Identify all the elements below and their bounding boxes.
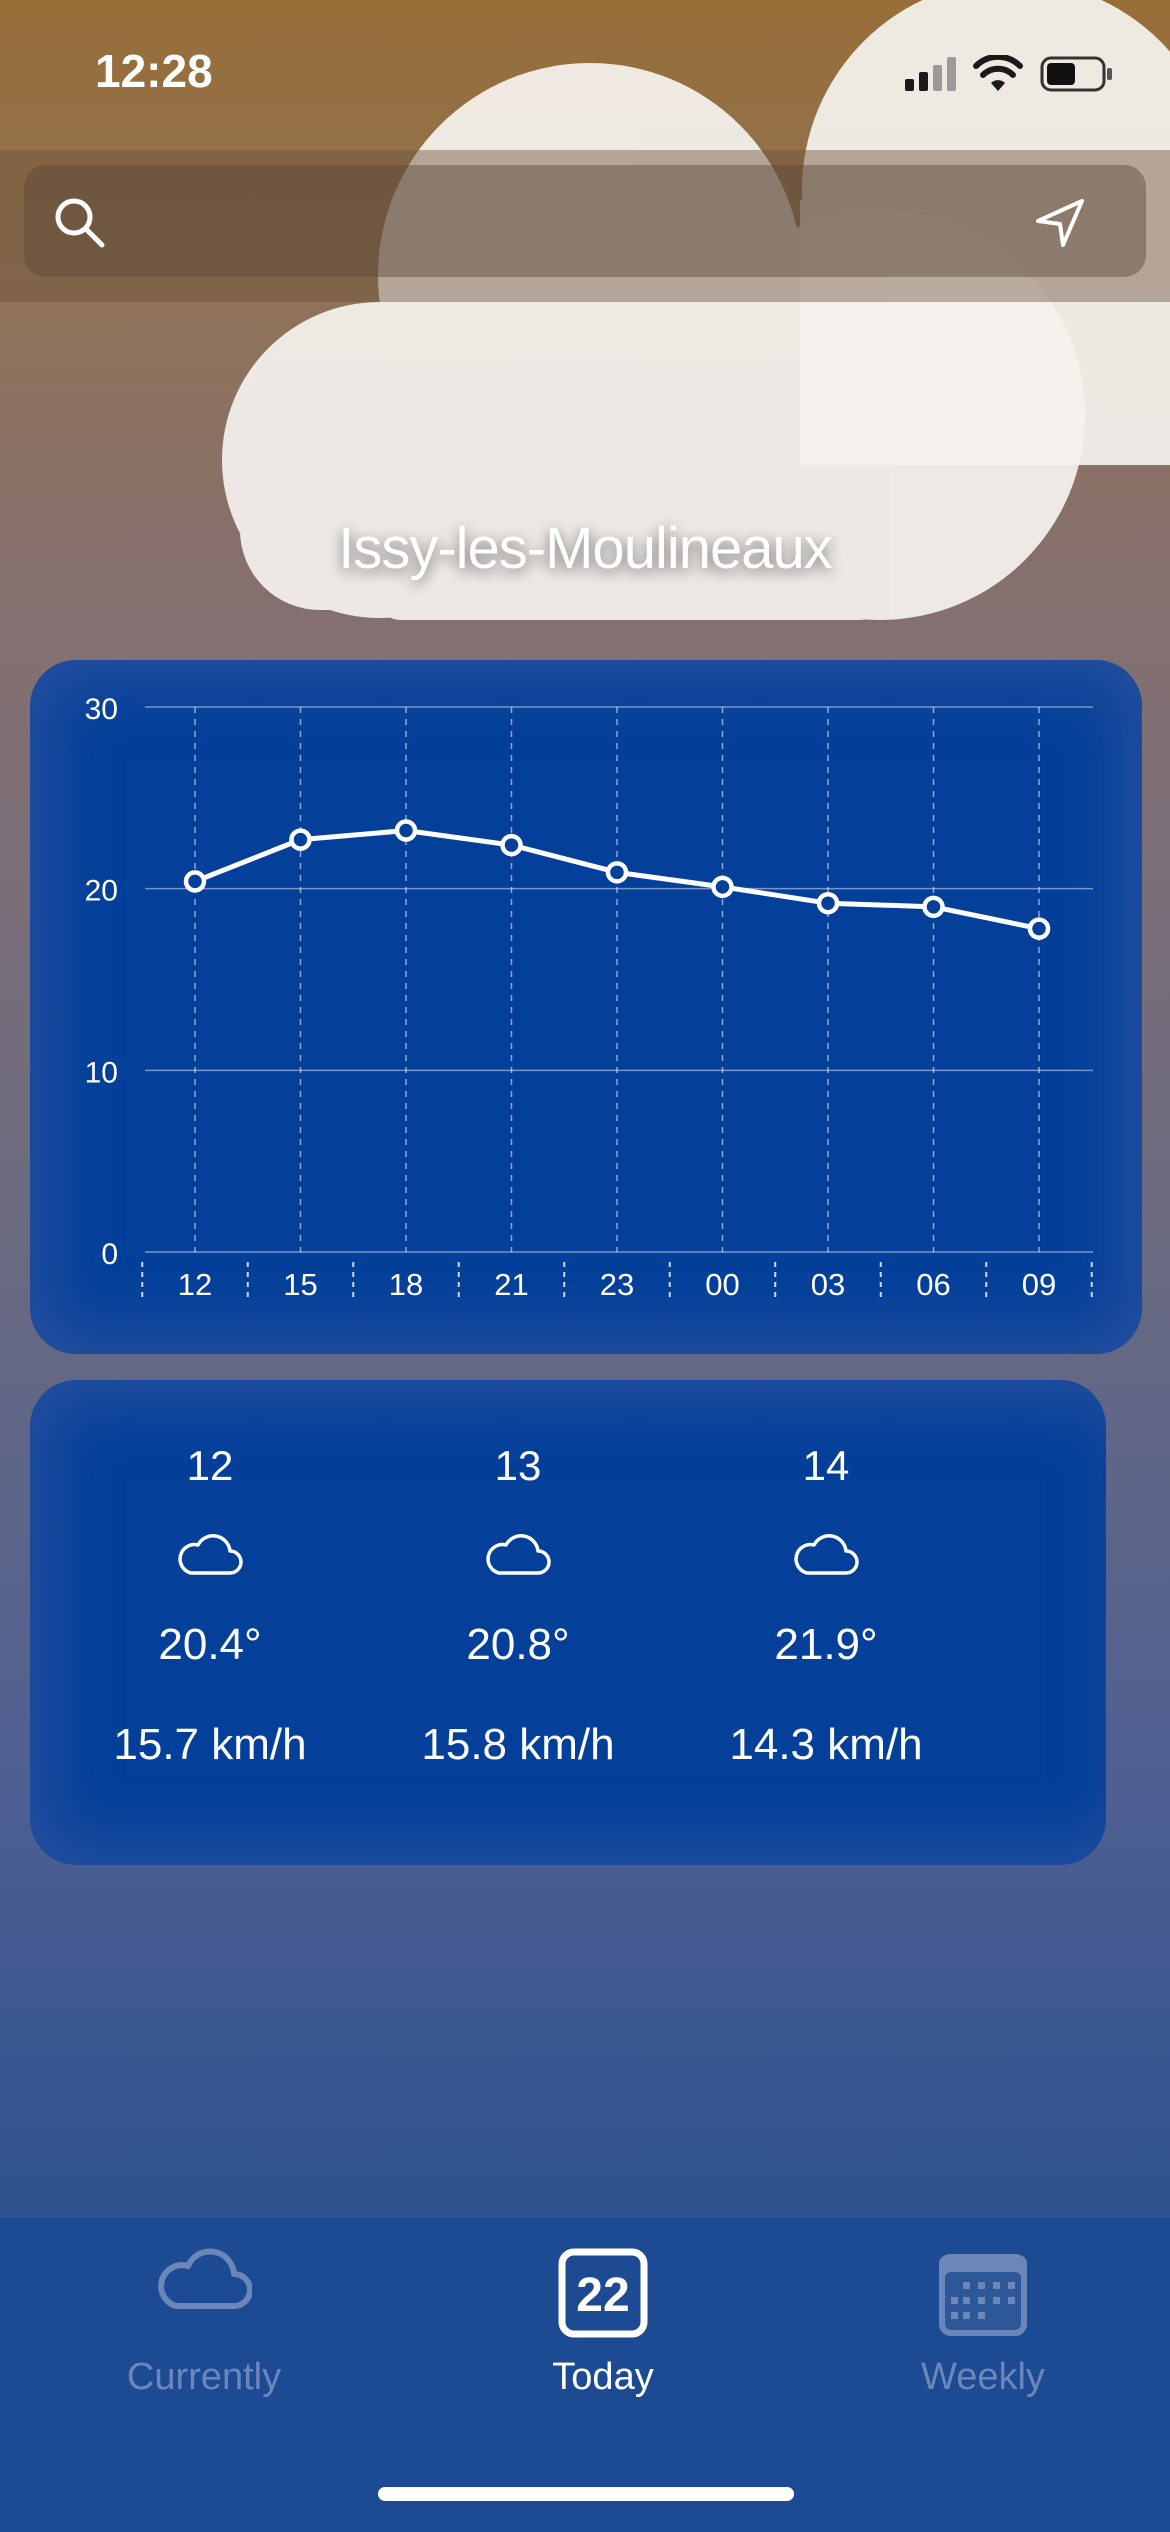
search-icon[interactable] <box>52 195 106 249</box>
home-indicator[interactable] <box>378 2487 794 2501</box>
hourly-forecast-card[interactable]: 12 20.4° 15.7 km/h 13 20.8° 15.8 km/h 14 21.9° 1… <box>30 1380 1142 1865</box>
data-point <box>183 870 207 893</box>
tab-today[interactable]: 22 Today <box>453 2218 753 2438</box>
calendar-day-number: 22 <box>576 2269 629 2322</box>
temperature-chart: 0 10 20 30 12 15 18 21 23 00 03 06 09 <box>85 693 1093 1302</box>
x-tick-label: 12 <box>178 1267 212 1302</box>
hourly-temperature: 21.9° <box>774 1620 878 1669</box>
hourly-wind-speed: 15.7 km/h <box>113 1720 307 1769</box>
location-arrow-icon[interactable] <box>1032 195 1088 251</box>
y-tick-label: 30 <box>85 693 118 726</box>
hourly-item: 13 20.8° 15.8 km/h <box>368 1380 668 1865</box>
hourly-time: 14 <box>802 1442 850 1489</box>
hourly-item: 2 11. <box>984 1380 1142 1865</box>
data-point <box>816 891 840 915</box>
temperature-chart-card: 0 10 20 30 12 15 18 21 23 00 03 06 09 <box>30 660 1142 1354</box>
data-point <box>1027 917 1051 940</box>
cloud-icon <box>486 1534 551 1575</box>
cellular-signal-icon <box>905 57 956 91</box>
calendar-grid-icon <box>939 2254 1027 2336</box>
x-tick-label: 15 <box>283 1267 317 1302</box>
search-bar[interactable] <box>24 165 1146 277</box>
y-tick-label: 0 <box>101 1238 118 1271</box>
calendar-day-icon: 22 <box>558 2248 648 2338</box>
status-time: 12:28 <box>95 45 213 97</box>
data-point <box>394 819 418 842</box>
x-tick-label: 21 <box>494 1267 528 1302</box>
x-tick-label: 18 <box>389 1267 423 1302</box>
hourly-item: 14 21.9° 14.3 km/h <box>676 1380 976 1865</box>
cloud-icon <box>158 2248 252 2309</box>
hourly-time: 13 <box>494 1442 542 1489</box>
x-tick-label: 03 <box>811 1267 845 1302</box>
y-tick-label: 20 <box>85 875 118 908</box>
hourly-temperature: 20.4° <box>158 1620 262 1669</box>
tab-bar: Currently 22 Today Weekly <box>0 2218 1170 2532</box>
x-tick-label: 09 <box>1022 1267 1056 1302</box>
data-point <box>711 875 734 899</box>
data-point <box>289 828 312 851</box>
tab-label-currently: Currently <box>126 2356 282 2398</box>
hourly-item: 12 20.4° 15.7 km/h <box>60 1380 360 1865</box>
tab-label-today: Today <box>552 2356 654 2398</box>
y-tick-label: 10 <box>85 1056 118 1089</box>
x-tick-label: 00 <box>705 1267 739 1302</box>
data-point <box>922 895 945 919</box>
hourly-time: 12 <box>186 1442 234 1489</box>
cloud-icon <box>794 1534 859 1575</box>
hourly-wind-speed: 15.8 km/h <box>421 1720 615 1769</box>
wifi-icon <box>973 55 1023 91</box>
cloud-icon <box>178 1534 243 1575</box>
hourly-temperature: 20.8° <box>466 1620 570 1669</box>
tab-weekly[interactable]: Weekly <box>833 2218 1133 2438</box>
data-point <box>605 861 629 884</box>
city-name: Issy-les-Moulineaux <box>338 516 833 581</box>
tab-currently[interactable]: Currently <box>54 2218 354 2438</box>
data-point <box>500 833 523 857</box>
battery-icon <box>1040 56 1112 92</box>
x-tick-label: 06 <box>916 1267 950 1302</box>
status-bar: 12:28 <box>0 0 1170 150</box>
hourly-wind-speed: 11. <box>1105 1720 1142 1769</box>
x-tick-label: 23 <box>600 1267 634 1302</box>
hourly-wind-speed: 14.3 km/h <box>729 1720 923 1769</box>
hourly-temperature: 2 <box>984 1620 1106 1670</box>
tab-label-weekly: Weekly <box>921 2356 1045 2398</box>
